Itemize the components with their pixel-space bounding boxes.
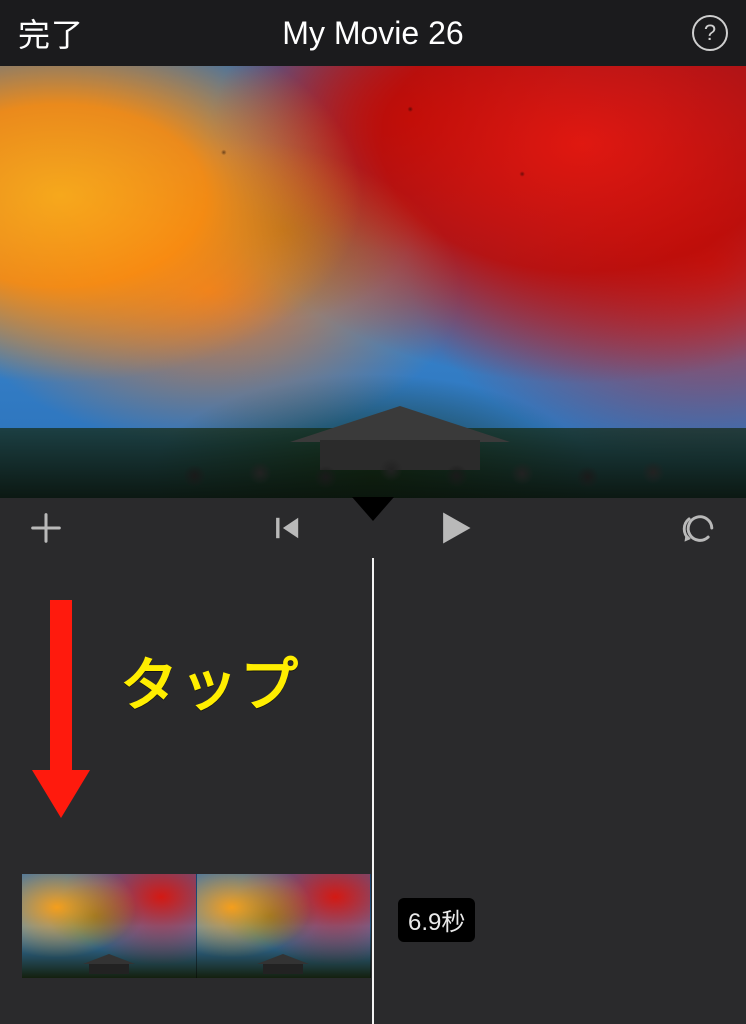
playhead-line[interactable] <box>372 558 374 1024</box>
project-title: My Movie 26 <box>282 15 463 52</box>
skip-to-start-button[interactable] <box>268 508 308 548</box>
plus-icon <box>27 509 65 547</box>
play-icon <box>434 507 476 549</box>
app-header: 完了 My Movie 26 ? <box>0 0 746 66</box>
help-button[interactable]: ? <box>692 0 728 66</box>
skip-to-start-icon <box>271 511 305 545</box>
help-icon: ? <box>692 15 728 51</box>
timeline[interactable]: 6.9秒 タップ <box>0 558 746 1024</box>
undo-icon <box>680 508 720 548</box>
annotation-text: タップ <box>120 638 300 722</box>
play-button[interactable] <box>432 505 478 551</box>
clip-duration-badge: 6.9秒 <box>398 898 475 942</box>
video-preview[interactable] <box>0 66 746 498</box>
done-button[interactable]: 完了 <box>18 0 84 66</box>
clip-thumbnail <box>22 874 197 978</box>
timeline-clip[interactable] <box>22 874 371 978</box>
undo-button[interactable] <box>678 506 722 550</box>
annotation-arrow-icon <box>38 600 84 820</box>
editor-toolbar <box>0 498 746 558</box>
clip-thumbnail <box>197 874 372 978</box>
add-media-button[interactable] <box>26 508 66 548</box>
playhead-marker-icon <box>352 497 394 523</box>
